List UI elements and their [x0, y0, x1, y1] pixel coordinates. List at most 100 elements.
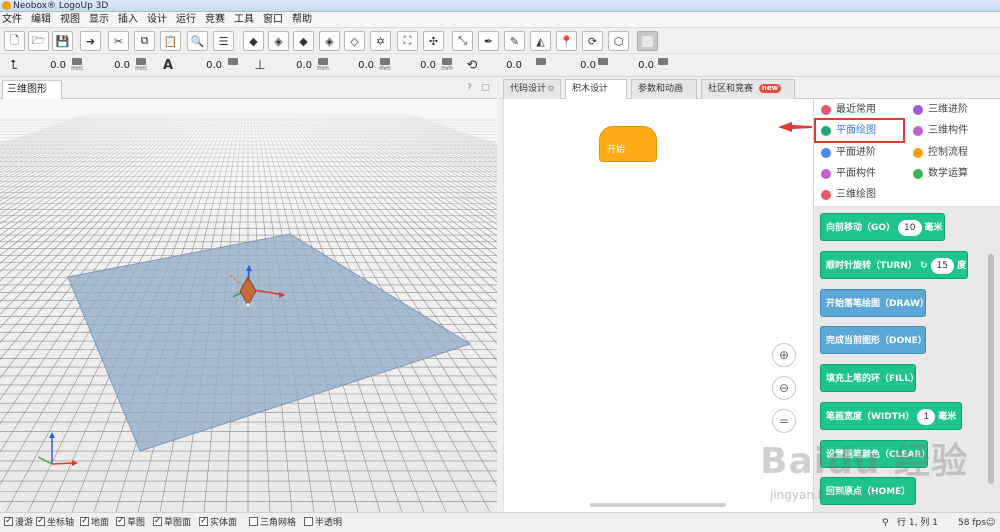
- menu-run[interactable]: 运行: [176, 12, 196, 28]
- maximize-icon[interactable]: ▢: [480, 83, 491, 94]
- category-math[interactable]: 数学运算: [911, 165, 968, 183]
- block-value-input[interactable]: 1: [917, 409, 936, 425]
- block-done[interactable]: 完成当前图形（DONE）: [820, 326, 927, 354]
- coord-field-a[interactable]: 0.0: [180, 58, 222, 74]
- category-control-flow[interactable]: 控制流程: [911, 144, 968, 162]
- align-icon[interactable]: ☰: [213, 31, 234, 51]
- category-label: 三维绘图: [836, 189, 876, 200]
- fit-view-icon[interactable]: ⛶: [397, 31, 418, 51]
- copy-icon[interactable]: ⧉: [134, 31, 155, 51]
- status-check-axes[interactable]: 坐标轴: [36, 515, 74, 529]
- menu-view[interactable]: 视图: [60, 12, 80, 28]
- category-dot-icon: [913, 148, 923, 158]
- menu-competition[interactable]: 竞赛: [205, 12, 225, 28]
- status-check-sketch[interactable]: 草图: [116, 515, 145, 529]
- checkbox-icon: [4, 515, 13, 527]
- coord-field-extra-2[interactable]: 0.0: [614, 58, 654, 74]
- category-dot-icon: [913, 169, 923, 179]
- pen-edit-icon[interactable]: ✎: [504, 31, 525, 51]
- block-go[interactable]: 向前移动（GO） 10 毫米: [820, 213, 945, 241]
- tab-block-design[interactable]: 积木设计: [565, 79, 627, 99]
- unit-mm-icon: [534, 58, 548, 74]
- zoom-out-icon[interactable]: ⊖: [772, 376, 796, 400]
- coord-field-rz[interactable]: 0.0: [396, 58, 436, 74]
- category-2d-advanced[interactable]: 平面进阶: [819, 144, 876, 162]
- tab-community-competition[interactable]: 社区和竞赛 new: [701, 79, 795, 99]
- block-width[interactable]: 笔画宽度（WIDTH） 1 毫米: [820, 402, 962, 430]
- tab-params-animation[interactable]: 参数和动画: [631, 79, 697, 99]
- cube-top-icon[interactable]: ◆: [293, 31, 314, 51]
- coord-field-x[interactable]: 0.0: [24, 58, 66, 74]
- zoom-in-icon[interactable]: ⊕: [772, 343, 796, 367]
- app-logo-icon: [2, 1, 11, 10]
- coord-field-rot[interactable]: 0.0: [482, 58, 522, 74]
- cut-icon[interactable]: ✂: [108, 31, 129, 51]
- open-file-icon[interactable]: 🗁: [28, 31, 49, 51]
- tab-code-design[interactable]: 代码设计 ⚙: [503, 79, 561, 99]
- help-icon[interactable]: ?: [464, 83, 475, 94]
- status-check-ground[interactable]: 地面: [80, 515, 109, 529]
- smiley-icon[interactable]: ☺: [986, 517, 995, 529]
- search-icon[interactable]: 🔍: [187, 31, 208, 51]
- paste-icon[interactable]: 📋: [160, 31, 181, 51]
- menu-file[interactable]: 文件: [2, 12, 22, 28]
- pin-icon[interactable]: 📍: [556, 31, 577, 51]
- expand-icon[interactable]: ⤡: [452, 31, 473, 51]
- paint-bucket-icon[interactable]: ◭: [530, 31, 551, 51]
- pen-icon[interactable]: ✒: [478, 31, 499, 51]
- coord-field-rx[interactable]: 0.0: [272, 58, 312, 74]
- menu-tools[interactable]: 工具: [234, 12, 254, 28]
- block-draw[interactable]: 开始落笔绘图（DRAW）: [820, 289, 929, 317]
- 3d-viewport[interactable]: [0, 99, 497, 512]
- tab-label: 社区和竞赛: [708, 84, 754, 94]
- start-block[interactable]: 开始: [599, 126, 657, 162]
- watermark-url: jingyan.baidu.com: [770, 488, 881, 502]
- block-label: 开始落笔绘图（DRAW）: [826, 299, 929, 309]
- tab-settings-icon[interactable]: ⚙: [546, 84, 556, 94]
- menu-help[interactable]: 帮助: [292, 12, 312, 28]
- category-3d-drawing[interactable]: 三维绘图: [819, 186, 876, 204]
- cube-side-icon[interactable]: ◈: [319, 31, 340, 51]
- palette-scrollbar[interactable]: [988, 254, 994, 484]
- axis-move-icon[interactable]: ✣: [423, 31, 444, 51]
- star-icon[interactable]: ✡: [370, 31, 391, 51]
- disabled-tool-icon: [637, 31, 658, 51]
- block-value-input[interactable]: 15: [930, 258, 955, 274]
- block-turn[interactable]: 顺时针旋转（TURN） ↻ 15 度: [820, 251, 968, 279]
- category-recent[interactable]: 最近常用: [819, 101, 876, 119]
- menu-display[interactable]: 显示: [89, 12, 109, 28]
- cube-front-icon[interactable]: ◈: [268, 31, 289, 51]
- new-file-icon[interactable]: 🗋: [4, 31, 25, 51]
- category-2d-components[interactable]: 平面构件: [819, 165, 876, 183]
- coord-field-extra-1[interactable]: 0.0: [556, 58, 596, 74]
- status-check-translucent[interactable]: 半透明: [304, 517, 342, 529]
- block-value-input[interactable]: 10: [898, 220, 922, 236]
- coord-field-ry[interactable]: 0.0: [334, 58, 374, 74]
- cube-iso-icon[interactable]: ◇: [344, 31, 365, 51]
- tab-3d-graphics[interactable]: 三维图形: [2, 80, 62, 99]
- menu-design[interactable]: 设计: [147, 12, 167, 28]
- red-arrow-annotation: [778, 122, 812, 132]
- menu-edit[interactable]: 编辑: [31, 12, 51, 28]
- cube-icon[interactable]: ◆: [243, 31, 264, 51]
- cursor-position: 行 1, 列 1: [897, 518, 938, 528]
- status-check-triangle-mesh[interactable]: 三角网格: [249, 517, 296, 529]
- block-fill[interactable]: 填充上笔的环（FILL）: [820, 364, 919, 392]
- status-check-sketch-face[interactable]: 草图面: [153, 515, 191, 529]
- category-3d-components[interactable]: 三维构件: [911, 122, 968, 140]
- category-3d-advanced[interactable]: 三维进阶: [911, 101, 968, 119]
- block-suffix: 度: [957, 261, 967, 271]
- cube-wire-icon[interactable]: ⬡: [608, 31, 629, 51]
- zoom-reset-icon[interactable]: =: [772, 409, 796, 433]
- status-check-roam[interactable]: 漫游: [4, 515, 33, 529]
- workspace-scrollbar[interactable]: [590, 503, 726, 507]
- save-icon[interactable]: 💾: [52, 31, 73, 51]
- status-check-solid-face[interactable]: 实体面: [199, 515, 237, 529]
- rotate-cube-icon[interactable]: ⟳: [582, 31, 603, 51]
- menu-window[interactable]: 窗口: [263, 12, 283, 28]
- coord-field-y[interactable]: 0.0: [88, 58, 130, 74]
- unit-mm-icon: [596, 58, 610, 74]
- menu-insert[interactable]: 插入: [118, 12, 138, 28]
- import-icon[interactable]: ➜: [80, 31, 101, 51]
- tab-label: 参数和动画: [638, 84, 684, 94]
